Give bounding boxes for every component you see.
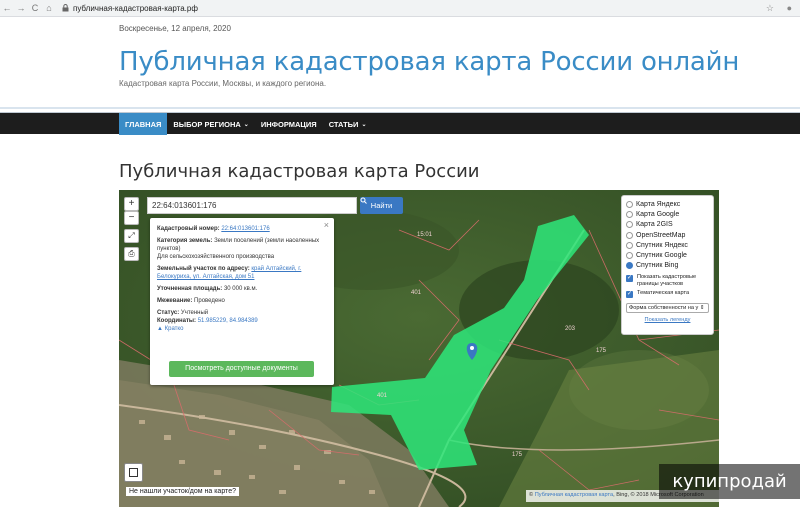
thematic-map-checkbox[interactable]: ✓ Тематическая карта <box>626 290 709 299</box>
zoom-in-button[interactable]: + <box>124 197 139 211</box>
profile-icon[interactable]: ● <box>787 3 792 13</box>
zoom-out-button[interactable]: − <box>124 211 139 225</box>
layer-option[interactable]: OpenStreetMap <box>626 230 709 240</box>
radio-icon <box>626 241 633 249</box>
header-divider <box>0 107 800 109</box>
nav-item-home[interactable]: Главная <box>119 113 168 135</box>
radio-icon <box>626 221 633 229</box>
back-icon[interactable]: ← <box>0 3 14 13</box>
map-label: 203 <box>565 326 576 332</box>
radio-icon <box>626 231 633 239</box>
search-button[interactable]: Найти <box>360 197 403 214</box>
layer-switcher: Карта Яндекс Карта Google Карта 2GIS Ope… <box>621 195 714 335</box>
watermark: купипродай <box>659 464 800 499</box>
view-documents-button[interactable]: Посмотреть доступные документы <box>169 361 314 377</box>
main-navbar: Главная Выбор региона ⌄ Информация Статьи… <box>0 112 800 135</box>
map-label: 401 <box>377 393 388 399</box>
site-subtitle: Кадастровая карта России, Москвы, и кажд… <box>119 79 327 88</box>
search-icon <box>360 197 367 204</box>
page-title: Публичная кадастровая карта России <box>119 161 480 182</box>
forward-icon[interactable]: → <box>14 3 28 13</box>
layer-option[interactable]: Спутник Google <box>626 250 709 260</box>
coordinates-value[interactable]: 51.985229, 84.984389 <box>198 318 258 324</box>
radio-icon <box>626 200 633 208</box>
square-icon <box>129 468 138 477</box>
site-title[interactable]: Публичная кадастровая карта России онлай… <box>119 47 739 77</box>
cadastral-number-link[interactable]: 22:64:013601:176 <box>221 226 269 232</box>
cadastral-map[interactable]: 15:01 401 203 175 401 175 + − ⤢ ⎙ 22:64:… <box>119 190 719 507</box>
radio-selected-icon <box>626 262 633 270</box>
layer-option[interactable]: Карта 2GIS <box>626 220 709 230</box>
show-legend-link[interactable]: Показать легенду <box>626 317 709 323</box>
fullscreen-icon[interactable]: ⤢ <box>124 229 139 243</box>
parcel-info-popup: × Кадастровый номер: 22:64:013601:176 Ка… <box>150 218 334 385</box>
bookmark-star-icon[interactable]: ☆ <box>766 3 774 14</box>
layer-option[interactable]: Карта Google <box>626 209 709 219</box>
header-date: Воскресенье, 12 апреля, 2020 <box>119 24 231 33</box>
attribution-link[interactable]: Публичная кадастровая карта <box>535 492 613 498</box>
layer-option[interactable]: Карта Яндекс <box>626 199 709 209</box>
home-icon[interactable]: ⌂ <box>42 3 56 13</box>
cadastral-search-input[interactable]: 22:64:013601:176 <box>147 197 357 214</box>
radio-icon <box>626 210 633 218</box>
close-icon[interactable]: × <box>324 221 329 230</box>
collapse-link[interactable]: ▲ Кратко <box>157 325 327 333</box>
checkbox-icon: ✓ <box>626 275 633 283</box>
print-icon[interactable]: ⎙ <box>124 247 139 261</box>
address-bar[interactable]: публичная-кадастровая-карта.рф <box>62 4 198 13</box>
cadastral-borders-checkbox[interactable]: ✓ Показать кадастровые границы участков <box>626 274 709 287</box>
nav-item-articles[interactable]: Статьи ⌄ <box>323 113 373 135</box>
draw-area-button[interactable] <box>124 463 143 482</box>
map-label: 401 <box>411 290 422 296</box>
layer-option-selected[interactable]: Спутник Bing <box>626 261 709 271</box>
layer-option[interactable]: Спутник Яндекс <box>626 240 709 250</box>
ownership-select[interactable]: Форма собственности на у ⇕ <box>626 303 709 314</box>
browser-toolbar: ← → C ⌂ публичная-кадастровая-карта.рф ☆… <box>0 0 800 17</box>
chevron-down-icon: ⌄ <box>361 121 367 128</box>
map-label: 175 <box>596 348 607 354</box>
nav-item-info[interactable]: Информация <box>255 113 323 135</box>
not-found-link[interactable]: Не нашли участок/дом на карте? <box>126 487 239 496</box>
url-text: публичная-кадастровая-карта.рф <box>73 3 198 13</box>
lock-icon <box>62 4 69 12</box>
reload-icon[interactable]: C <box>28 3 42 13</box>
chevron-down-icon: ⌄ <box>243 121 249 128</box>
radio-icon <box>626 252 633 260</box>
map-label: 175 <box>512 452 523 458</box>
checkbox-icon: ✓ <box>626 291 633 299</box>
map-label: 15:01 <box>417 232 433 238</box>
nav-item-region[interactable]: Выбор региона ⌄ <box>167 113 254 135</box>
